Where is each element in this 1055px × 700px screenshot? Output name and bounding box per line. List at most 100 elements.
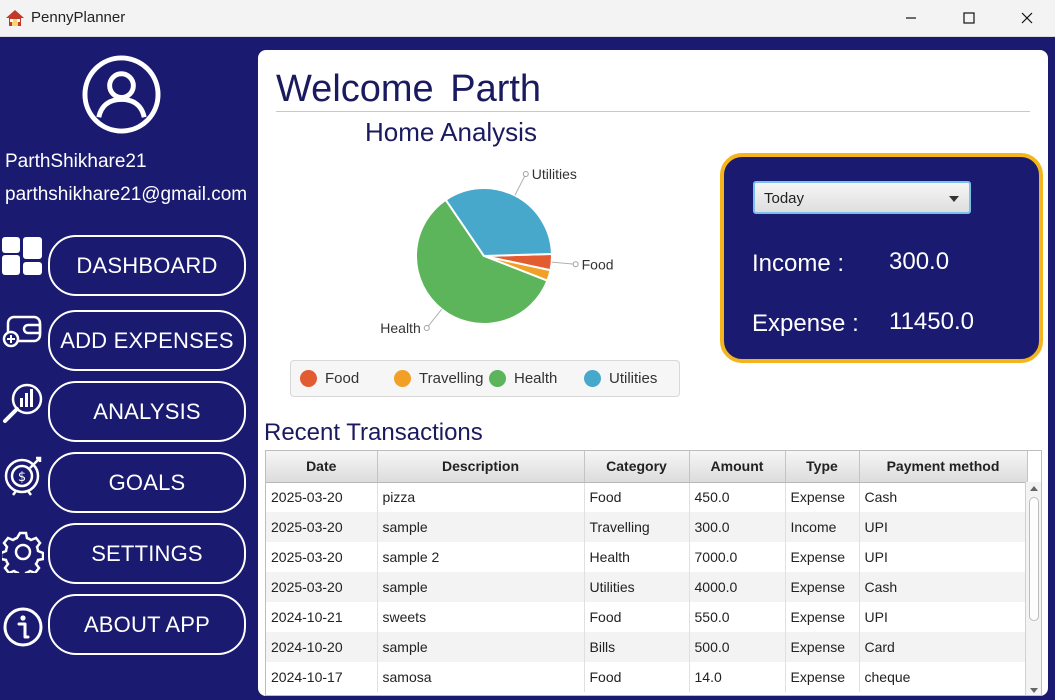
- nav-about-app-button[interactable]: ABOUT APP: [48, 594, 246, 655]
- nav-dashboard-button[interactable]: DASHBOARD: [48, 235, 246, 296]
- dashboard-panel: Welcome Parth Home Analysis Food Health Ut…: [258, 50, 1048, 696]
- legend-label: Utilities: [609, 370, 658, 387]
- cell-type: Expense: [785, 632, 860, 662]
- column-header-date[interactable]: Date: [266, 451, 378, 483]
- cell-amount: 450.0: [689, 482, 786, 512]
- table-row[interactable]: 2024-10-20 sample Bills 500.0 Expense Card: [266, 632, 1028, 662]
- cell-payment-method: Cash: [859, 572, 1028, 602]
- table-scrollbar[interactable]: [1025, 482, 1041, 695]
- summary-card: Today Income : 300.0 Expense : 11450.0: [720, 153, 1043, 363]
- nav-about-app-label: ABOUT APP: [83, 611, 211, 637]
- column-header-payment-method[interactable]: Payment method: [859, 451, 1028, 483]
- cell-amount: 4000.0: [689, 572, 786, 602]
- income-value: 300.0: [889, 248, 950, 275]
- dashboard-icon: [2, 237, 42, 275]
- cell-amount: 300.0: [689, 512, 786, 542]
- table-row[interactable]: 2025-03-20 sample Travelling 300.0 Income UPI: [266, 512, 1028, 542]
- close-icon: [1021, 12, 1033, 24]
- pie-label-dot: [522, 171, 529, 178]
- period-select-value: Today: [764, 190, 805, 207]
- table-row[interactable]: 2025-03-20 sample 2 Health 7000.0 Expense UPI: [266, 542, 1028, 572]
- cell-amount: 14.0: [689, 662, 786, 692]
- cell-category: Utilities: [584, 572, 690, 602]
- pie-label-line: [514, 173, 527, 196]
- cell-description: sample 2: [377, 542, 585, 572]
- column-header-description[interactable]: Description: [377, 451, 585, 483]
- expense-label: Expense :: [752, 310, 859, 337]
- column-header-amount[interactable]: Amount: [689, 451, 786, 483]
- cell-category: Travelling: [584, 512, 690, 542]
- cell-category: Bills: [584, 632, 690, 662]
- wallet-icon: [2, 315, 42, 348]
- pie-label-dot: [572, 261, 579, 268]
- nav-goals-button[interactable]: GOALS: [48, 452, 246, 513]
- table-header-row: Date Description Category Amount Type Pa…: [266, 451, 1028, 483]
- user-email: parthshikhare21@gmail.com: [5, 184, 248, 205]
- gear-icon: [2, 531, 44, 573]
- sidebar: ParthShikhare21 parthshikhare21@gmail.co…: [0, 37, 258, 700]
- legend-label: Travelling: [419, 370, 484, 387]
- transactions-heading: Recent Transactions: [264, 419, 483, 446]
- cell-type: Expense: [785, 482, 860, 512]
- legend-swatch: [394, 370, 411, 387]
- transactions-table: Date Description Category Amount Type Pa…: [265, 450, 1042, 696]
- income-label: Income :: [752, 250, 845, 277]
- chevron-down-icon: [949, 196, 959, 202]
- pie-label-food: Food: [582, 256, 614, 272]
- pie-label-dot: [423, 325, 430, 332]
- minimize-button[interactable]: [882, 0, 940, 36]
- user-name: ParthShikhare21: [5, 151, 147, 172]
- nav-settings-button[interactable]: SETTINGS: [48, 523, 246, 584]
- column-header-category[interactable]: Category: [584, 451, 690, 483]
- pie-label-health: Health: [380, 320, 420, 336]
- legend-item: Travelling: [394, 370, 483, 387]
- app-logo-icon: [6, 10, 24, 26]
- cell-payment-method: Card: [859, 632, 1028, 662]
- legend-item: Health: [489, 370, 557, 387]
- cell-date: 2024-10-21: [266, 602, 378, 632]
- cell-type: Expense: [785, 602, 860, 632]
- cell-description: sample: [377, 512, 585, 542]
- nav-analysis-button[interactable]: ANALYSIS: [48, 381, 246, 442]
- table-row[interactable]: 2024-10-21 sweets Food 550.0 Expense UPI: [266, 602, 1028, 632]
- scrollbar-thumb[interactable]: [1029, 497, 1039, 621]
- cell-amount: 7000.0: [689, 542, 786, 572]
- table-row[interactable]: 2025-03-20 pizza Food 450.0 Expense Cash: [266, 482, 1028, 512]
- user-avatar-icon: [82, 55, 161, 134]
- cell-category: Food: [584, 482, 690, 512]
- analysis-icon: [3, 383, 43, 423]
- maximize-button[interactable]: [940, 0, 998, 36]
- table-row[interactable]: 2024-10-17 samosa Food 14.0 Expense cheque: [266, 662, 1028, 692]
- column-header-type[interactable]: Type: [785, 451, 860, 483]
- cell-type: Income: [785, 512, 860, 542]
- cell-description: samosa: [377, 662, 585, 692]
- cell-date: 2025-03-20: [266, 512, 378, 542]
- cell-type: Expense: [785, 662, 860, 692]
- cell-type: Expense: [785, 572, 860, 602]
- cell-payment-method: cheque: [859, 662, 1028, 692]
- scroll-down-icon[interactable]: [1030, 688, 1038, 693]
- nav-add-expenses-button[interactable]: ADD EXPENSES: [48, 310, 246, 371]
- legend-label: Health: [514, 370, 558, 387]
- cell-date: 2025-03-20: [266, 542, 378, 572]
- legend-item: Utilities: [584, 370, 657, 387]
- table-row[interactable]: 2025-03-20 sample Utilities 4000.0 Expense Ca…: [266, 572, 1028, 602]
- cell-amount: 550.0: [689, 602, 786, 632]
- cell-payment-method: Cash: [859, 482, 1028, 512]
- target-icon: $: [4, 456, 42, 496]
- window-titlebar: PennyPlanner: [0, 0, 1055, 37]
- home-analysis-pie-chart: Food Health Utilities: [380, 166, 614, 336]
- cell-payment-method: UPI: [859, 512, 1028, 542]
- cell-date: 2024-10-17: [266, 662, 378, 692]
- svg-text:$: $: [18, 470, 26, 485]
- expense-value: 11450.0: [889, 308, 974, 335]
- cell-description: sweets: [377, 602, 585, 632]
- period-select[interactable]: Today: [753, 181, 971, 214]
- chart-legend: Food Travelling Health Utilities: [290, 360, 680, 397]
- heading-divider: [276, 111, 1030, 112]
- nav-add-expenses-label: ADD EXPENSES: [60, 327, 234, 353]
- legend-item: Food: [300, 370, 359, 387]
- scroll-up-icon[interactable]: [1030, 486, 1038, 491]
- cell-payment-method: UPI: [859, 602, 1028, 632]
- close-button[interactable]: [998, 0, 1055, 36]
